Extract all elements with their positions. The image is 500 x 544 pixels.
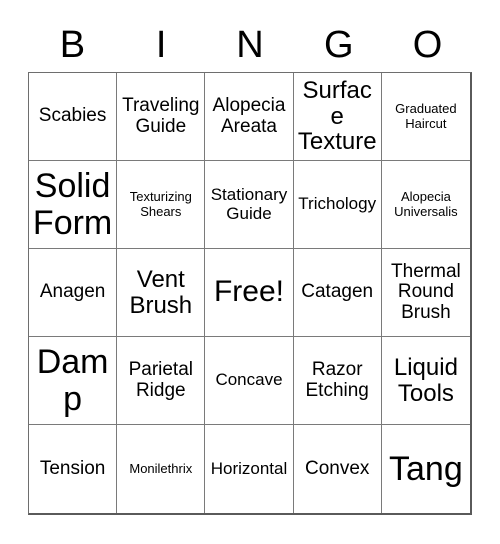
bingo-header-letter-i: I (155, 24, 167, 66)
bingo-header-letter-n: N (236, 24, 264, 66)
bingo-cell[interactable]: Damp (29, 337, 118, 425)
bingo-cell[interactable]: Anagen (29, 249, 118, 337)
bingo-cell[interactable]: Monilethrix (117, 425, 206, 513)
bingo-cell-free-space[interactable]: Free! (205, 249, 294, 337)
bingo-cell[interactable]: Concave (205, 337, 294, 425)
bingo-cell[interactable]: Alopecia Universalis (381, 161, 470, 249)
bingo-cell-label: Parietal Ridge (128, 358, 193, 401)
bingo-card: B I N G O Scabies Traveling Guide Alopecia… (0, 0, 500, 544)
bingo-cell-label: Horizontal (210, 458, 288, 478)
bingo-cell-label: Scabies (38, 105, 107, 127)
bingo-cell-label: Vent Brush (129, 265, 193, 319)
bingo-cell[interactable]: Convex (293, 425, 382, 513)
bingo-cell[interactable]: Stationary Guide (205, 161, 294, 249)
bingo-cell[interactable]: Razor Etching (293, 337, 382, 425)
bingo-cell[interactable]: Catagen (293, 249, 382, 337)
bingo-cell-label: Tension (39, 457, 106, 479)
bingo-cell-label: Free! (213, 275, 284, 309)
bingo-header-letter-o: O (412, 24, 443, 66)
bingo-cell-label: Monilethrix (129, 460, 193, 476)
bingo-cell-label: Catagen (301, 281, 374, 303)
bingo-cell-label: Graduated Haircut (395, 101, 457, 131)
bingo-grid: Scabies Traveling Guide Alopecia Areata Sur… (28, 72, 472, 515)
bingo-cell-label: Liquid Tools (393, 353, 458, 407)
bingo-cell[interactable]: Traveling Guide (117, 73, 206, 161)
bingo-cell-label: Alopecia Areata (212, 94, 286, 137)
bingo-cell-label: Razor Etching (305, 358, 369, 401)
bingo-cell[interactable]: Thermal Round Brush (381, 249, 470, 337)
bingo-cell-label: Stationary Guide (210, 185, 288, 223)
bingo-cell[interactable]: Tang (381, 425, 470, 513)
bingo-header-row: B I N G O (28, 18, 472, 72)
bingo-header-letter-b: B (59, 24, 86, 66)
bingo-cell-label: Alopecia Universalis (394, 189, 458, 219)
bingo-header-letter-g: G (324, 24, 354, 66)
bingo-cell-label: Convex (304, 457, 370, 479)
bingo-cell-label: Surface Texture (297, 76, 377, 156)
bingo-cell-label: Damp (36, 342, 109, 418)
bingo-cell[interactable]: Liquid Tools (381, 337, 470, 425)
bingo-cell[interactable]: Scabies (29, 73, 118, 161)
bingo-cell[interactable]: Graduated Haircut (381, 73, 470, 161)
bingo-cell[interactable]: Parietal Ridge (117, 337, 206, 425)
bingo-cell[interactable]: Vent Brush (117, 249, 206, 337)
bingo-cell-label: Thermal Round Brush (391, 260, 461, 323)
bingo-cell-label: Tang (389, 449, 463, 488)
bingo-cell-label: Solid Form (32, 166, 113, 242)
bingo-cell-label: Texturizing Shears (129, 189, 192, 219)
bingo-cell-label: Anagen (39, 281, 106, 303)
bingo-cell[interactable]: Tension (29, 425, 118, 513)
bingo-cell[interactable]: Trichology (293, 161, 382, 249)
bingo-cell[interactable]: Alopecia Areata (205, 73, 294, 161)
bingo-cell-label: Traveling Guide (122, 94, 200, 137)
bingo-cell[interactable]: Surface Texture (293, 73, 382, 161)
bingo-cell[interactable]: Solid Form (29, 161, 118, 249)
bingo-cell-label: Concave (215, 370, 283, 390)
bingo-cell-label: Trichology (298, 194, 377, 214)
bingo-cell[interactable]: Horizontal (205, 425, 294, 513)
bingo-cell[interactable]: Texturizing Shears (117, 161, 206, 249)
